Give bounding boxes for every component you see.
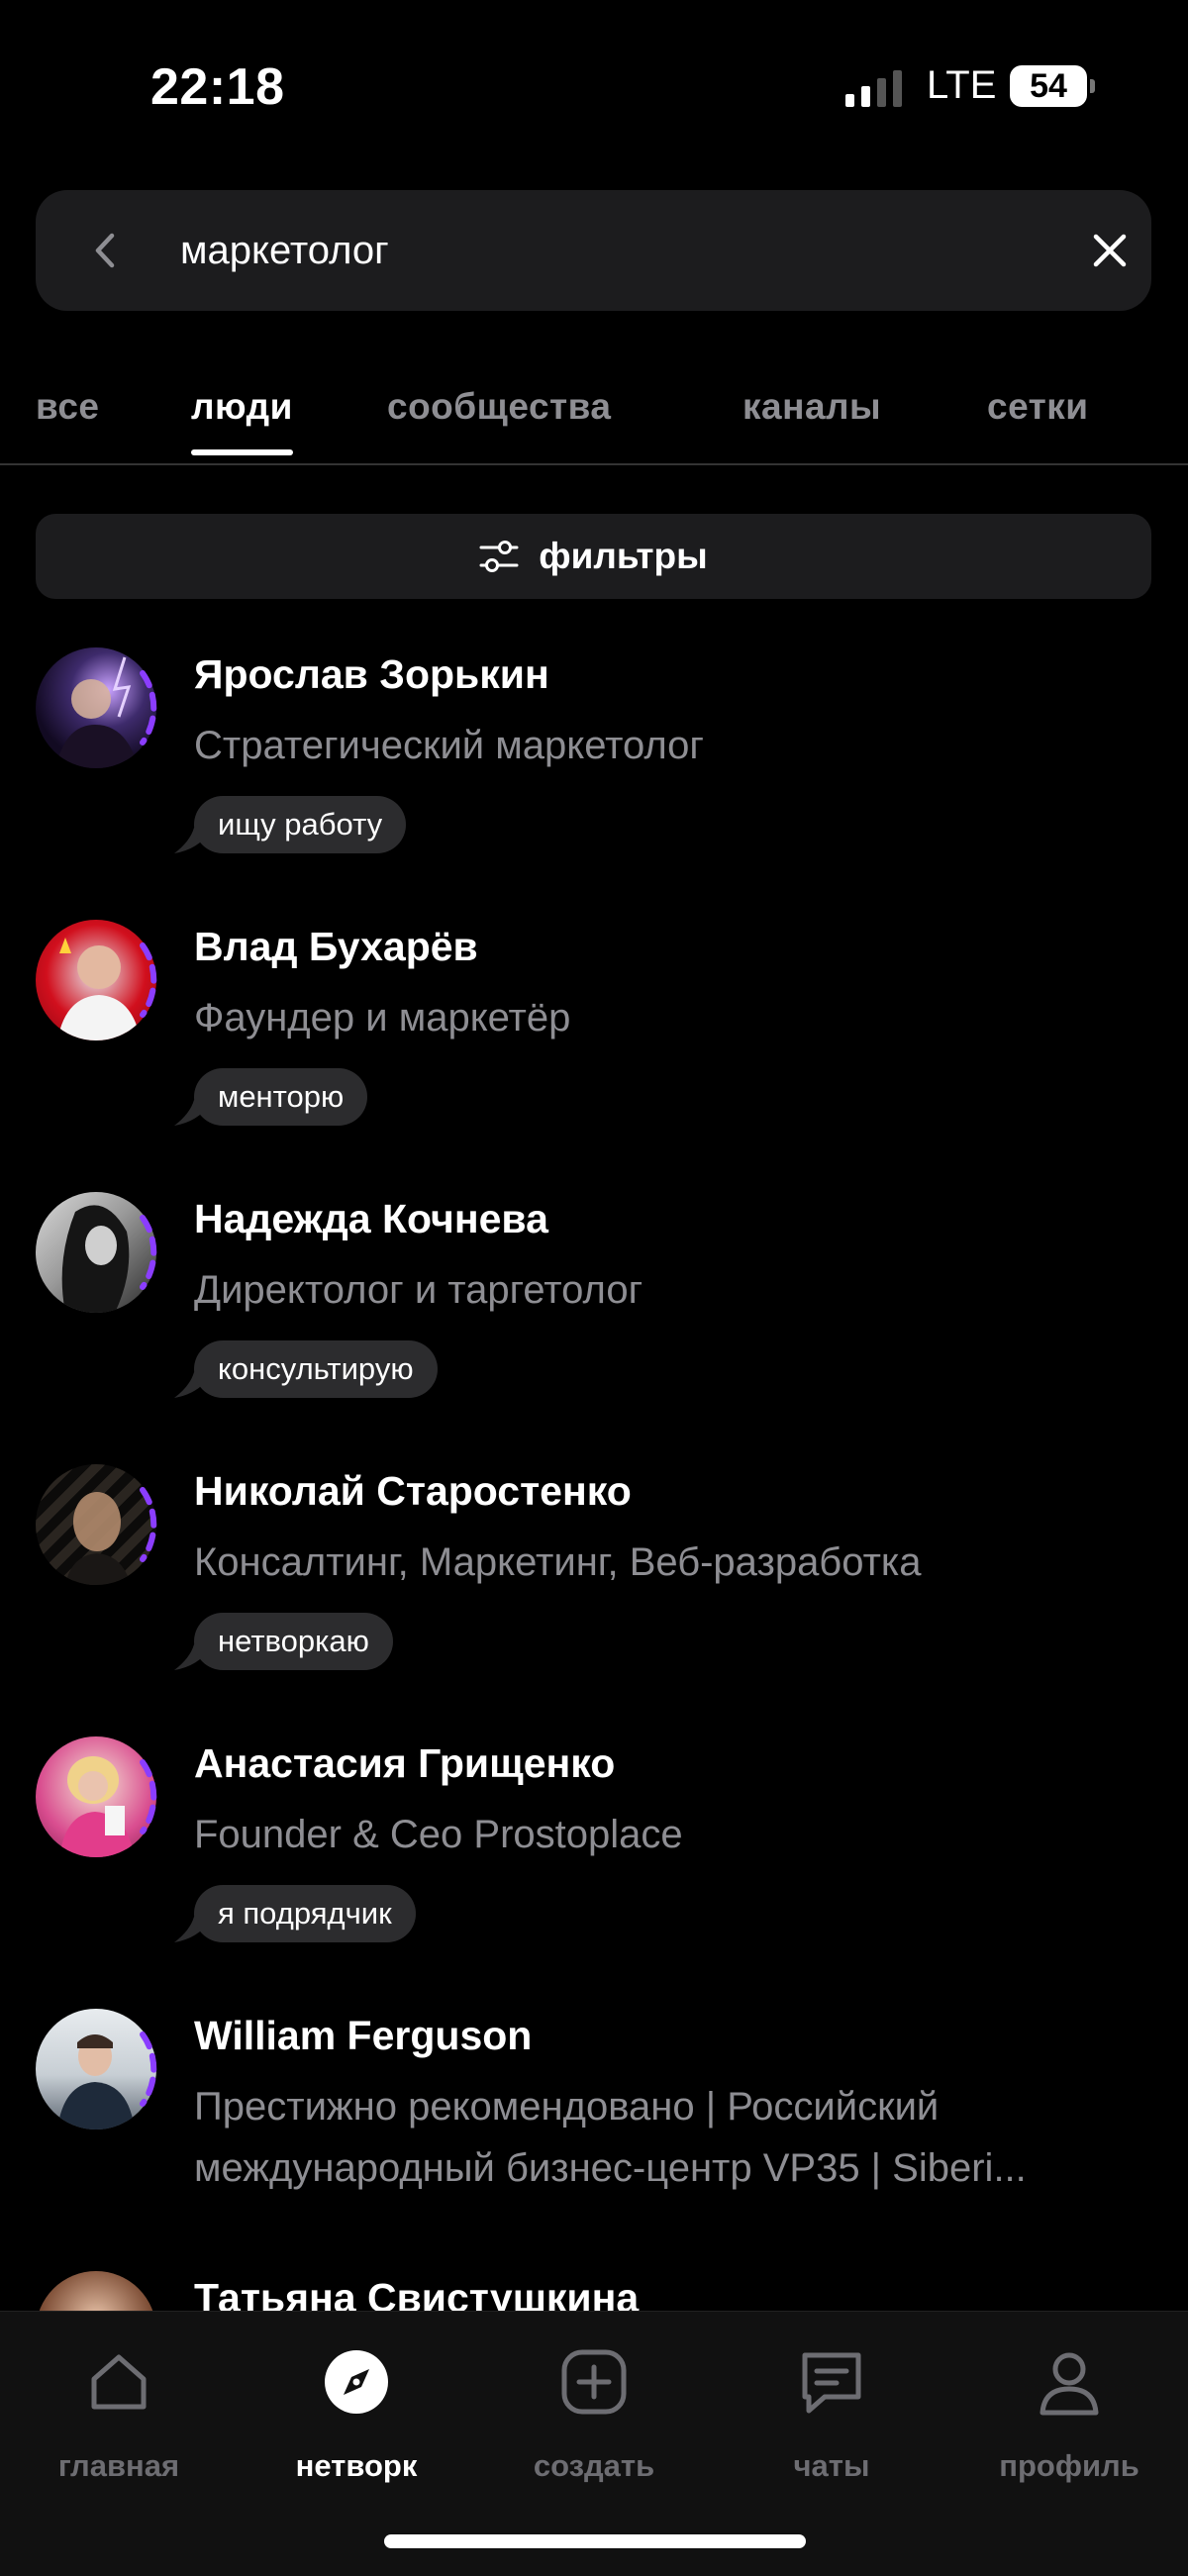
clear-search-icon[interactable] (1085, 226, 1135, 275)
avatar (36, 2009, 174, 2147)
nav-profile[interactable]: профиль (960, 2335, 1178, 2504)
compass-icon (325, 2350, 388, 2414)
tab-networks[interactable]: сетки (987, 386, 1089, 428)
nav-create[interactable]: создать (485, 2335, 703, 2504)
person-card[interactable]: Надежда Кочнева Директолог и таргетолог … (0, 1178, 1188, 1445)
story-ring-icon (140, 1487, 157, 1562)
person-card[interactable]: Анастасия Грищенко Founder & Ceo Prostop… (0, 1723, 1188, 1990)
nav-home[interactable]: главная (10, 2335, 228, 2504)
battery-level: 54 (1030, 66, 1067, 105)
person-title: Консалтинг, Маркетинг, Веб-разработка (194, 1540, 922, 1584)
person-title: Фаундер и маркетёр (194, 996, 571, 1040)
tab-communities[interactable]: сообщества (387, 386, 611, 428)
battery-icon: 54 (1010, 65, 1095, 107)
status-badge: менторю (194, 1068, 368, 1126)
person-name: Надежда Кочнева (194, 1196, 548, 1241)
person-card[interactable]: Влад Бухарёв Фаундер и маркетёр менторю (0, 906, 1188, 1173)
story-ring-icon (140, 942, 157, 1018)
tab-all[interactable]: все (36, 386, 99, 428)
nav-chats[interactable]: чаты (723, 2335, 940, 2504)
search-category-tabs: все люди сообщества каналы сетки (0, 376, 1188, 465)
filters-button[interactable]: фильтры (36, 514, 1151, 599)
status-badge: ищу работу (194, 796, 407, 853)
nav-label: нетворк (295, 2448, 418, 2483)
person-card[interactable]: William Ferguson Престижно рекомендовано… (0, 1995, 1188, 2223)
chat-icon (802, 2352, 861, 2414)
cellular-signal-icon (845, 69, 902, 107)
story-ring-icon (140, 2031, 157, 2107)
story-ring-icon (140, 670, 157, 745)
status-bar: 22:18 LTE 54 (0, 0, 1188, 178)
status-time: 22:18 (150, 58, 285, 116)
nav-label: чаты (793, 2448, 870, 2483)
avatar (36, 1192, 174, 1331)
person-title: Директолог и таргетолог (194, 1268, 644, 1312)
network-type: LTE (927, 63, 997, 107)
nav-label: создать (533, 2448, 655, 2483)
person-title: Стратегический маркетолог (194, 724, 704, 767)
profile-icon (1040, 2352, 1099, 2416)
plus-square-icon (561, 2349, 627, 2415)
tab-people[interactable]: люди (191, 386, 293, 455)
status-badge: консультирую (194, 1340, 438, 1398)
avatar (36, 920, 174, 1058)
person-name: William Ferguson (194, 2013, 533, 2058)
person-name: Влад Бухарёв (194, 924, 478, 969)
avatar (36, 1736, 174, 1875)
back-chevron-icon[interactable] (79, 224, 133, 277)
status-badge: нетворкаю (194, 1613, 393, 1670)
person-card[interactable]: Николай Старостенко Консалтинг, Маркетин… (0, 1450, 1188, 1718)
person-title: Престижно рекомендовано | Российский меж… (194, 2085, 1027, 2190)
story-ring-icon (140, 1215, 157, 1290)
home-indicator[interactable] (384, 2534, 806, 2548)
status-badge: я подрядчик (194, 1885, 416, 1942)
person-title: Founder & Ceo Prostoplace (194, 1813, 683, 1856)
story-ring-icon (140, 1759, 157, 1834)
person-name: Анастасия Грищенко (194, 1740, 616, 1786)
nav-network[interactable]: нетворк (248, 2335, 465, 2504)
person-name: Николай Старостенко (194, 1468, 632, 1514)
home-icon (91, 2354, 147, 2410)
nav-label: профиль (999, 2448, 1139, 2483)
person-name: Ярослав Зорькин (194, 651, 549, 697)
search-bar (36, 190, 1151, 311)
sliders-icon (479, 541, 519, 572)
person-card[interactable]: Ярослав Зорькин Стратегический маркетоло… (0, 634, 1188, 901)
search-input[interactable] (180, 218, 1051, 283)
nav-label: главная (57, 2448, 180, 2483)
tab-channels[interactable]: каналы (742, 386, 881, 428)
avatar (36, 647, 174, 786)
filters-label: фильтры (539, 536, 708, 576)
avatar (36, 1464, 174, 1603)
